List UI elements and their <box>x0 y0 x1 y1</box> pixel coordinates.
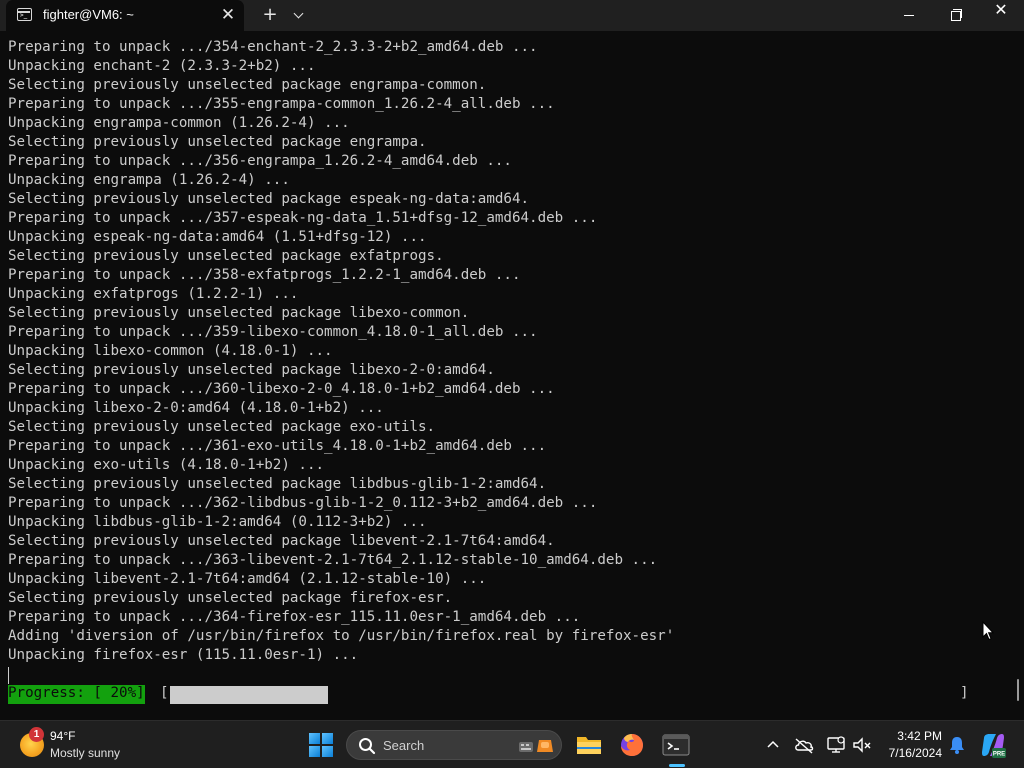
terminal-line: Unpacking libevent-2.1-7t64:amd64 (2.1.1… <box>8 571 487 587</box>
weather-temperature: 94°F <box>50 729 76 743</box>
search-highlight-icon <box>519 740 553 752</box>
minimize-button[interactable] <box>886 0 932 31</box>
terminal-line: Selecting previously unselected package … <box>8 476 547 492</box>
close-window-button[interactable]: ✕ <box>978 0 1024 31</box>
terminal-output-area[interactable]: Preparing to unpack .../354-enchant-2_2.… <box>0 31 1024 720</box>
active-app-indicator <box>669 764 685 767</box>
terminal-line: Unpacking exfatprogs (1.2.2-1) ... <box>8 286 299 302</box>
terminal-line: Selecting previously unselected package … <box>8 248 444 264</box>
onedrive-cloud-icon[interactable] <box>793 734 815 756</box>
clock-date: 7/16/2024 <box>888 746 942 760</box>
terminal-lines: Preparing to unpack .../354-enchant-2_2.… <box>8 39 674 666</box>
terminal-line: Selecting previously unselected package … <box>8 362 495 378</box>
svg-text:PRE: PRE <box>993 752 1005 758</box>
taskbar-search-box[interactable]: Search <box>346 730 562 760</box>
tab-title: fighter@VM6: ~ <box>43 7 134 22</box>
weather-description: Mostly sunny <box>50 746 121 760</box>
title-bar: >_ fighter@VM6: ~ ✕ + ✕ <box>0 0 1024 31</box>
firefox-icon[interactable] <box>616 729 648 761</box>
taskbar: 1 94°F Mostly sunny Search 3:42 PM 7/16/… <box>0 720 1024 768</box>
terminal-line: Adding 'diversion of /usr/bin/firefox to… <box>8 628 675 644</box>
terminal-line: Preparing to unpack .../357-espeak-ng-da… <box>8 210 598 226</box>
terminal-line: Preparing to unpack .../356-engrampa_1.2… <box>8 153 512 169</box>
terminal-icon[interactable] <box>660 729 692 761</box>
terminal-line: Selecting previously unselected package … <box>8 590 453 606</box>
network-monitor-icon[interactable] <box>825 734 847 756</box>
terminal-line: Unpacking engrampa (1.26.2-4) ... <box>8 172 290 188</box>
windows-logo-icon <box>309 733 320 744</box>
search-icon <box>359 738 376 755</box>
scrollbar-thumb[interactable] <box>1017 679 1019 701</box>
progress-bar-fill <box>170 686 328 704</box>
terminal-line: Unpacking libexo-2-0:amd64 (4.18.0-1+b2)… <box>8 400 384 416</box>
terminal-line: Preparing to unpack .../361-exo-utils_4.… <box>8 438 547 454</box>
terminal-tab-icon: >_ <box>17 8 32 21</box>
terminal-tab[interactable]: >_ fighter@VM6: ~ ✕ <box>6 0 244 31</box>
restore-button[interactable] <box>932 0 978 31</box>
terminal-line: Preparing to unpack .../364-firefox-esr_… <box>8 609 581 625</box>
terminal-line: Unpacking exo-utils (4.18.0-1+b2) ... <box>8 457 325 473</box>
terminal-line: Preparing to unpack .../355-engrampa-com… <box>8 96 555 112</box>
terminal-line: Preparing to unpack .../360-libexo-2-0_4… <box>8 381 555 397</box>
terminal-line: Unpacking espeak-ng-data:amd64 (1.51+dfs… <box>8 229 427 245</box>
start-button[interactable] <box>309 733 333 757</box>
terminal-line: Preparing to unpack .../359-libexo-commo… <box>8 324 538 340</box>
terminal-line: Selecting previously unselected package … <box>8 134 427 150</box>
terminal-line: Preparing to unpack .../354-enchant-2_2.… <box>8 39 538 55</box>
terminal-line: Unpacking engrampa-common (1.26.2-4) ... <box>8 115 350 131</box>
clock-time: 3:42 PM <box>897 729 942 743</box>
progress-bracket-open: [ <box>160 685 169 701</box>
tab-dropdown-chevron-icon[interactable] <box>288 4 310 26</box>
progress-bracket-close: ] <box>960 685 969 701</box>
file-explorer-icon[interactable] <box>573 729 605 761</box>
search-placeholder: Search <box>383 738 425 753</box>
terminal-line: Unpacking firefox-esr (115.11.0esr-1) ..… <box>8 647 359 663</box>
terminal-line: Selecting previously unselected package … <box>8 533 555 549</box>
weather-notification-badge: 1 <box>29 727 44 742</box>
notification-bell-icon[interactable] <box>946 734 968 756</box>
terminal-line: Preparing to unpack .../363-libevent-2.1… <box>8 552 658 568</box>
show-hidden-icons-chevron-icon[interactable] <box>762 734 784 756</box>
new-tab-button[interactable]: + <box>258 3 282 27</box>
terminal-line: Preparing to unpack .../362-libdbus-glib… <box>8 495 598 511</box>
terminal-line: Unpacking libexo-common (4.18.0-1) ... <box>8 343 333 359</box>
terminal-line: Unpacking libdbus-glib-1-2:amd64 (0.112-… <box>8 514 427 530</box>
tab-close-button[interactable]: ✕ <box>217 4 239 26</box>
text-cursor <box>8 667 9 684</box>
progress-label: Progress: [ 20%] <box>8 685 145 704</box>
copilot-icon[interactable]: PRE <box>978 730 1008 760</box>
terminal-line: Selecting previously unselected package … <box>8 77 487 93</box>
mouse-pointer-icon <box>982 621 994 641</box>
terminal-line: Selecting previously unselected package … <box>8 419 436 435</box>
terminal-line: Selecting previously unselected package … <box>8 191 530 207</box>
terminal-line: Selecting previously unselected package … <box>8 305 470 321</box>
terminal-line: Unpacking enchant-2 (2.3.3-2+b2) ... <box>8 58 316 74</box>
terminal-line: Preparing to unpack .../358-exfatprogs_1… <box>8 267 521 283</box>
